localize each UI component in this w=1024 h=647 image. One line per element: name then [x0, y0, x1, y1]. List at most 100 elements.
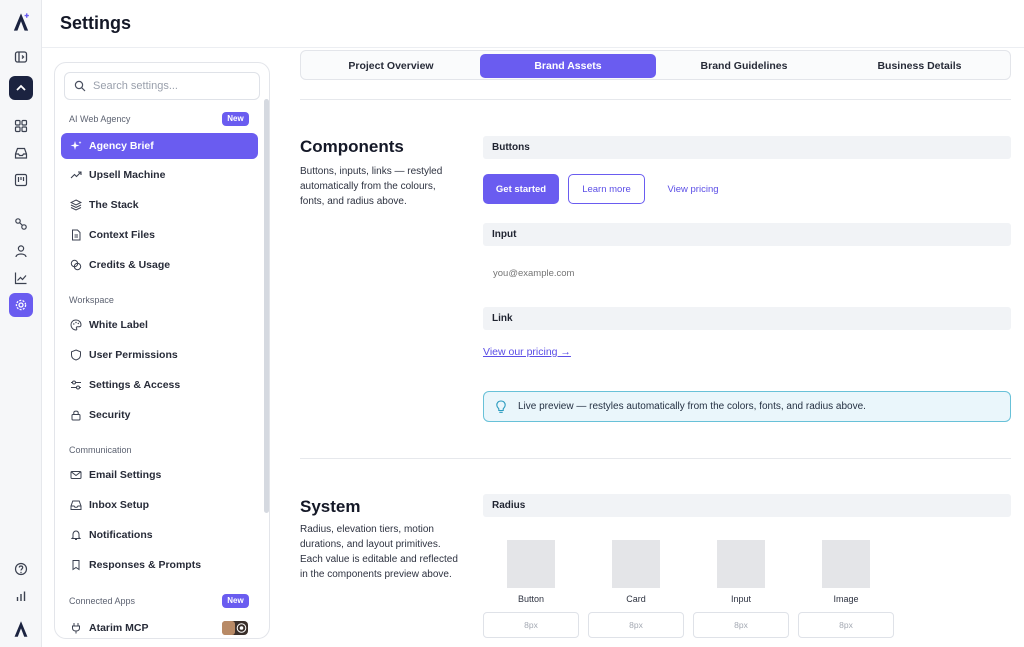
- live-preview-text: Live preview — restyles automatically fr…: [518, 401, 866, 412]
- components-title: Components: [300, 137, 404, 156]
- divider: [300, 99, 1011, 100]
- sidebar-item-white-label[interactable]: White Label: [61, 312, 258, 338]
- sidebar-item-security[interactable]: Security: [61, 402, 258, 428]
- bar-chart-icon[interactable]: [9, 584, 33, 608]
- sliders-icon: [71, 380, 81, 390]
- system-description: Radius, elevation tiers, motion duration…: [300, 524, 458, 580]
- learn-more-button[interactable]: Learn more: [568, 174, 645, 204]
- radius-input-image[interactable]: 8px: [798, 612, 894, 638]
- tab-bar: Project Overview Brand Assets Brand Guid…: [300, 50, 1011, 80]
- sidebar-item-label: Notifications: [89, 529, 153, 541]
- grid-icon[interactable]: [9, 114, 33, 138]
- buttons-section-label: Buttons: [483, 136, 1011, 159]
- view-our-pricing-link[interactable]: View our pricing →: [483, 346, 571, 358]
- sidebar-item-context-files[interactable]: Context Files: [61, 222, 258, 248]
- sidebar-item-notifications[interactable]: Notifications: [61, 522, 258, 548]
- section-label-ai-web-agency: AI Web Agency: [69, 114, 131, 124]
- new-badge: New: [222, 594, 249, 608]
- sidebar-item-label: White Label: [89, 319, 148, 331]
- sidebar-item-label: Context Files: [89, 229, 155, 241]
- sidebar-toggle-icon[interactable]: [9, 45, 33, 69]
- sidebar-item-user-permissions[interactable]: User Permissions: [61, 342, 258, 368]
- nodes-icon[interactable]: [9, 212, 33, 236]
- file-icon: [72, 229, 81, 241]
- radius-swatch-input: [717, 540, 765, 588]
- radius-label-card: Card: [626, 594, 646, 604]
- radius-label-image: Image: [833, 594, 859, 604]
- chevron-up-icon[interactable]: [9, 76, 33, 100]
- lock-icon: [71, 410, 81, 421]
- bookmark-icon: [72, 560, 80, 571]
- input-section-label: Input: [483, 223, 1011, 246]
- shield-icon: [71, 349, 81, 361]
- radius-label-button: Button: [517, 594, 545, 604]
- sidebar-item-settings-access[interactable]: Settings & Access: [61, 372, 258, 398]
- sidebar-item-label: Credits & Usage: [89, 259, 171, 271]
- sidebar-item-email-settings[interactable]: Email Settings: [61, 462, 258, 488]
- page-title: Settings: [60, 13, 132, 33]
- sidebar-item-label: User Permissions: [89, 349, 178, 361]
- search-icon: [74, 80, 86, 92]
- radius-input-button[interactable]: 8px: [483, 612, 579, 638]
- system-title: System: [300, 497, 361, 516]
- sidebar-scrollbar[interactable]: [264, 99, 269, 513]
- sidebar-item-label: The Stack: [89, 199, 139, 211]
- sidebar-item-label: Responses & Prompts: [89, 559, 202, 571]
- email-input[interactable]: [483, 262, 1011, 286]
- inbox-icon[interactable]: [9, 141, 33, 165]
- tab-brand-assets[interactable]: Brand Assets: [480, 54, 656, 78]
- radius-swatch-image: [822, 540, 870, 588]
- help-icon[interactable]: [9, 557, 33, 581]
- divider: [300, 458, 1011, 459]
- sidebar-item-label: Atarim MCP: [89, 622, 149, 634]
- gear-icon[interactable]: [9, 293, 33, 317]
- radius-swatch-button: [507, 540, 555, 588]
- main-content: Project Overview Brand Assets Brand Guid…: [300, 48, 1024, 647]
- settings-sidebar: Search settings... AI Web Agency New Age…: [54, 62, 270, 639]
- link-section-label: Link: [483, 307, 1011, 330]
- live-preview-notice: Live preview — restyles automatically fr…: [483, 391, 1011, 422]
- sidebar-item-the-stack[interactable]: The Stack: [61, 192, 258, 218]
- brand-logo-icon[interactable]: [9, 617, 33, 641]
- sidebar-item-label: Security: [89, 409, 131, 421]
- radius-input-input[interactable]: 8px: [693, 612, 789, 638]
- sidebar-item-upsell-machine[interactable]: Upsell Machine: [61, 162, 258, 188]
- app-logos-icon: [222, 621, 247, 635]
- get-started-button[interactable]: Get started: [483, 174, 559, 204]
- sparkles-icon: [70, 141, 82, 150]
- logo-icon[interactable]: [9, 10, 33, 34]
- icon-rail: [0, 0, 42, 647]
- layers-icon: [70, 199, 82, 211]
- sidebar-item-label: Agency Brief: [89, 140, 154, 152]
- section-label-connected-apps: Connected Apps: [69, 596, 136, 606]
- tab-business-details[interactable]: Business Details: [832, 54, 1007, 78]
- sidebar-item-responses-prompts[interactable]: Responses & Prompts: [61, 552, 258, 578]
- tab-brand-guidelines[interactable]: Brand Guidelines: [658, 54, 830, 78]
- sidebar-item-credits-usage[interactable]: Credits & Usage: [61, 252, 258, 278]
- plug-icon: [72, 623, 80, 634]
- sidebar-item-label: Upsell Machine: [89, 169, 166, 181]
- page-header: Settings: [42, 0, 1024, 48]
- search-input[interactable]: Search settings...: [64, 72, 260, 100]
- bell-icon: [70, 530, 82, 540]
- coins-icon: [70, 259, 82, 271]
- sidebar-item-label: Settings & Access: [89, 379, 181, 391]
- inbox-icon: [70, 500, 82, 510]
- components-description: Buttons, inputs, links — restyled automa…: [300, 166, 443, 207]
- tab-project-overview[interactable]: Project Overview: [304, 54, 478, 78]
- chart-icon[interactable]: [9, 266, 33, 290]
- radius-input-card[interactable]: 8px: [588, 612, 684, 638]
- trend-up-icon: [70, 171, 82, 179]
- section-label-communication: Communication: [69, 445, 132, 455]
- sidebar-item-agency-brief[interactable]: Agency Brief: [61, 133, 258, 159]
- sidebar-item-label: Inbox Setup: [89, 499, 150, 511]
- user-icon[interactable]: [9, 239, 33, 263]
- mail-icon: [70, 471, 82, 479]
- connected-app-icons: [222, 621, 248, 635]
- radius-swatch-card: [612, 540, 660, 588]
- view-pricing-button[interactable]: View pricing: [657, 174, 729, 204]
- sidebar-item-inbox-setup[interactable]: Inbox Setup: [61, 492, 258, 518]
- kanban-icon[interactable]: [9, 168, 33, 192]
- sidebar-item-label: Email Settings: [89, 469, 162, 481]
- palette-icon: [70, 319, 82, 331]
